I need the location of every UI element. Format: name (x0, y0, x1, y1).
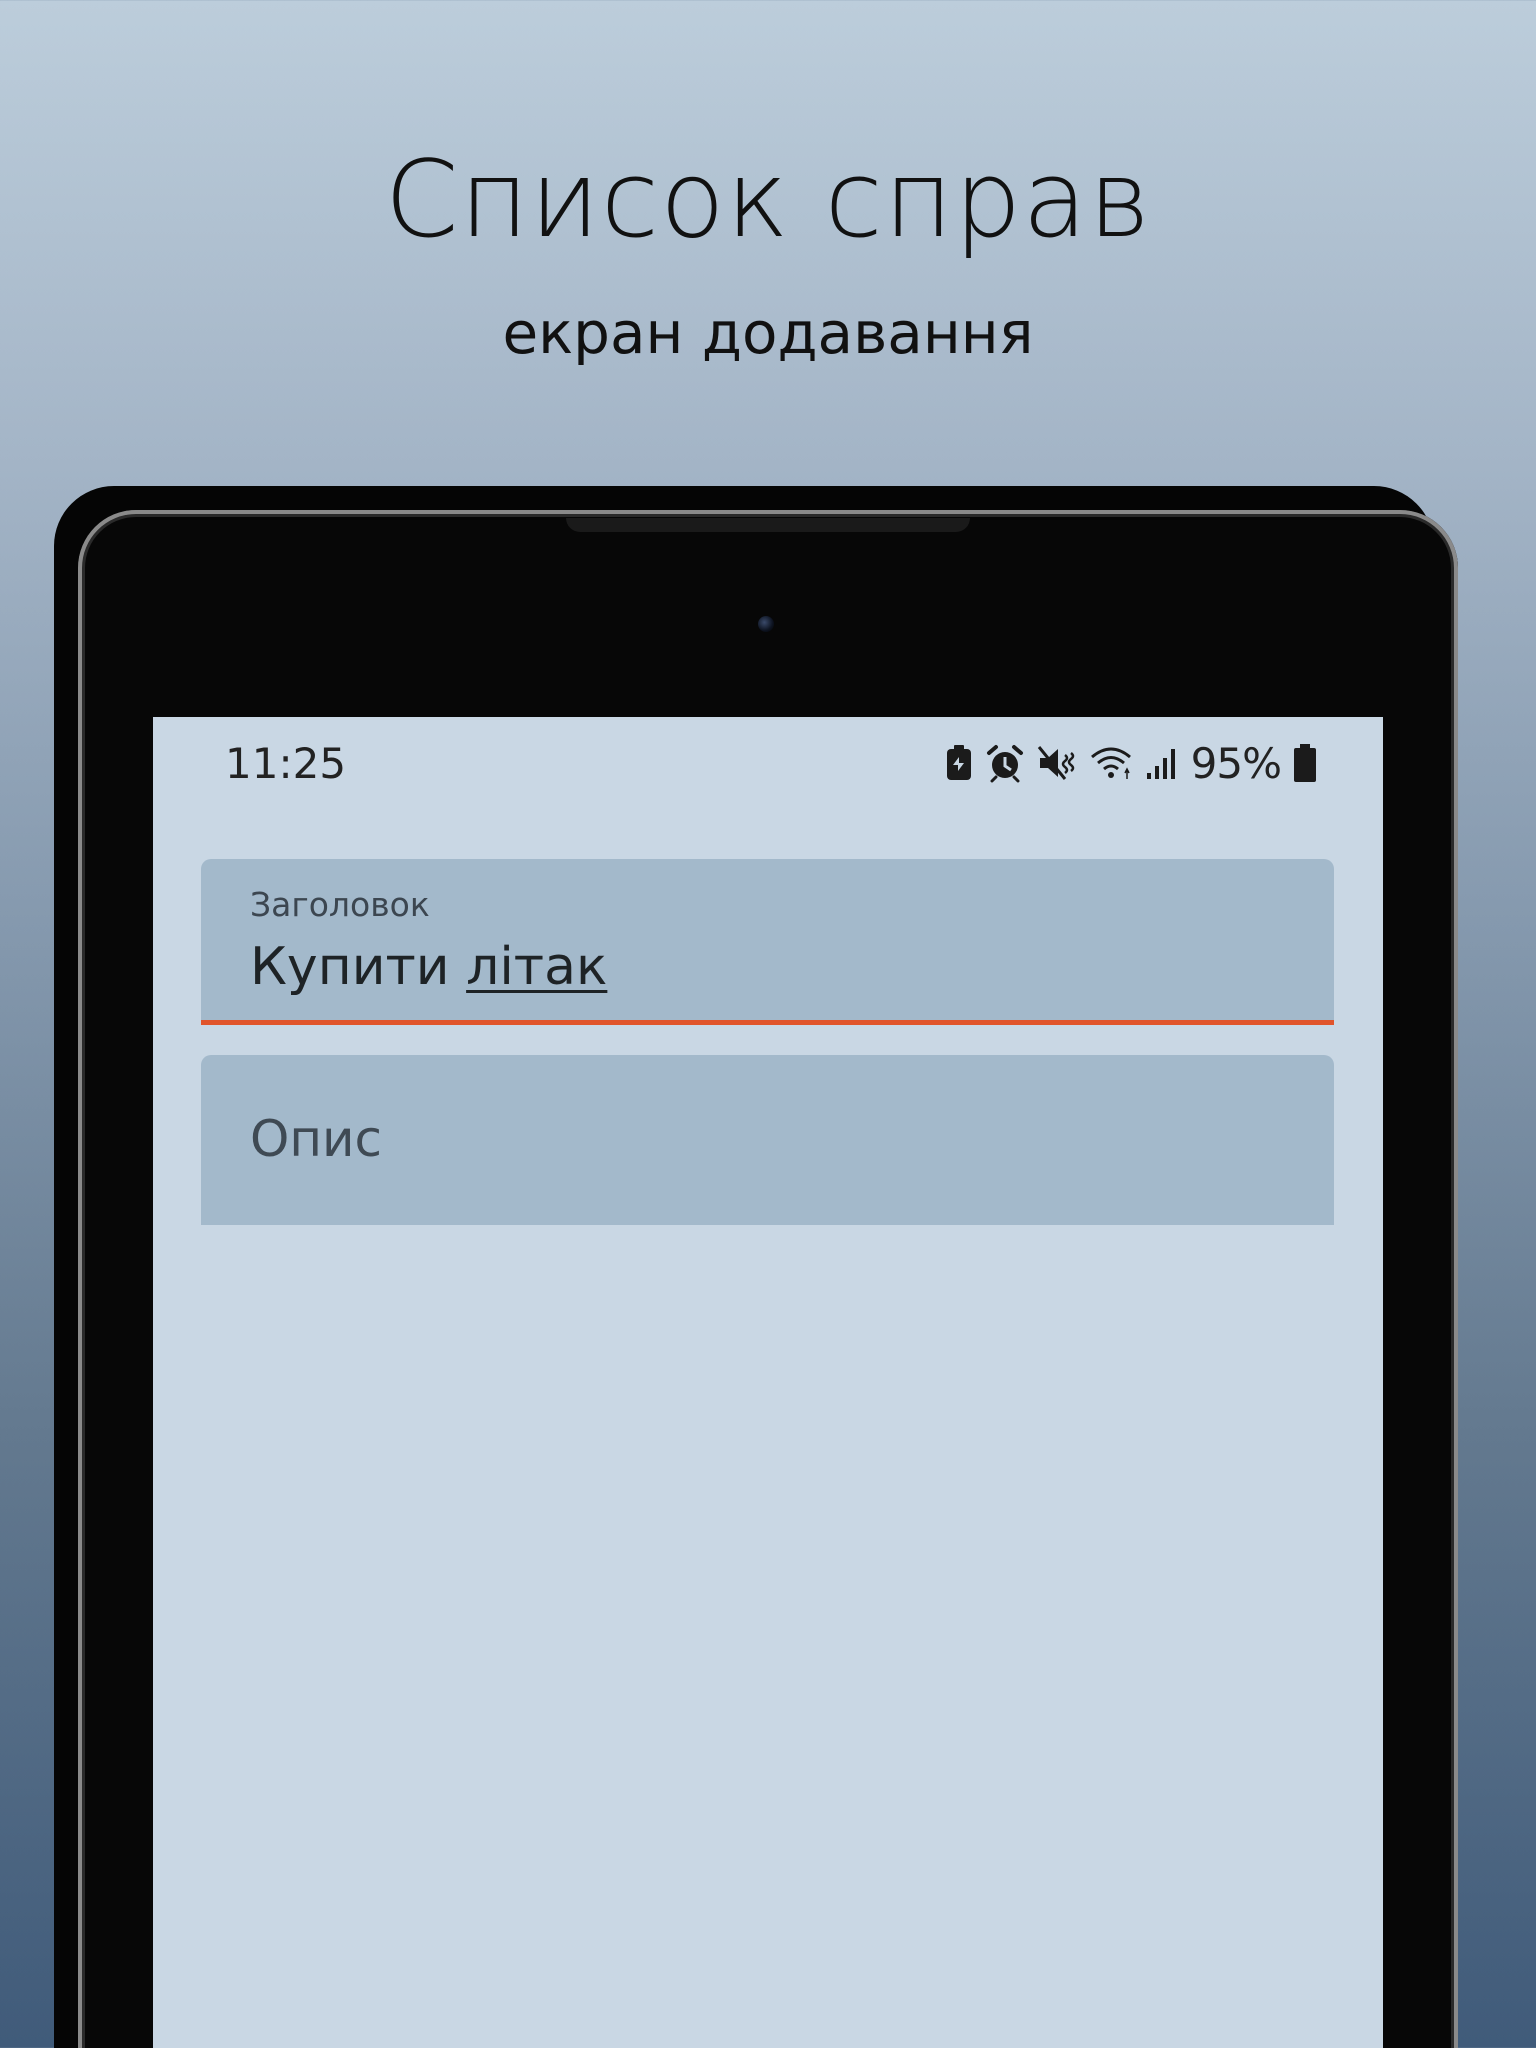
promo-subtitle: екран додавання (502, 299, 1034, 367)
front-camera-icon (758, 616, 774, 632)
wifi-icon (1089, 743, 1133, 783)
title-value-word-1: Купити (250, 937, 467, 997)
signal-icon (1145, 745, 1179, 781)
battery-percent: 95% (1190, 738, 1282, 788)
status-icons: 95% (945, 738, 1317, 788)
title-value-word-2: літак (466, 937, 608, 997)
battery-icon (1293, 743, 1317, 783)
alarm-icon (985, 743, 1025, 783)
device-notch (566, 518, 970, 532)
description-field[interactable]: Опис (201, 1055, 1334, 1225)
promo-title: Список справ (384, 138, 1152, 261)
app-screen: 11:25 95% Заголовок Купити літак Опис (153, 717, 1383, 2048)
title-field-label: Заголовок (250, 885, 430, 924)
title-field-focus-underline (201, 1020, 1334, 1025)
title-field[interactable]: Заголовок Купити літак (201, 859, 1334, 1025)
title-field-value[interactable]: Купити літак (250, 937, 607, 997)
mute-icon (1037, 743, 1077, 783)
description-field-placeholder: Опис (250, 1110, 383, 1168)
status-time: 11:25 (225, 739, 347, 788)
battery-saver-icon (945, 744, 973, 782)
status-bar: 11:25 95% (153, 717, 1383, 817)
